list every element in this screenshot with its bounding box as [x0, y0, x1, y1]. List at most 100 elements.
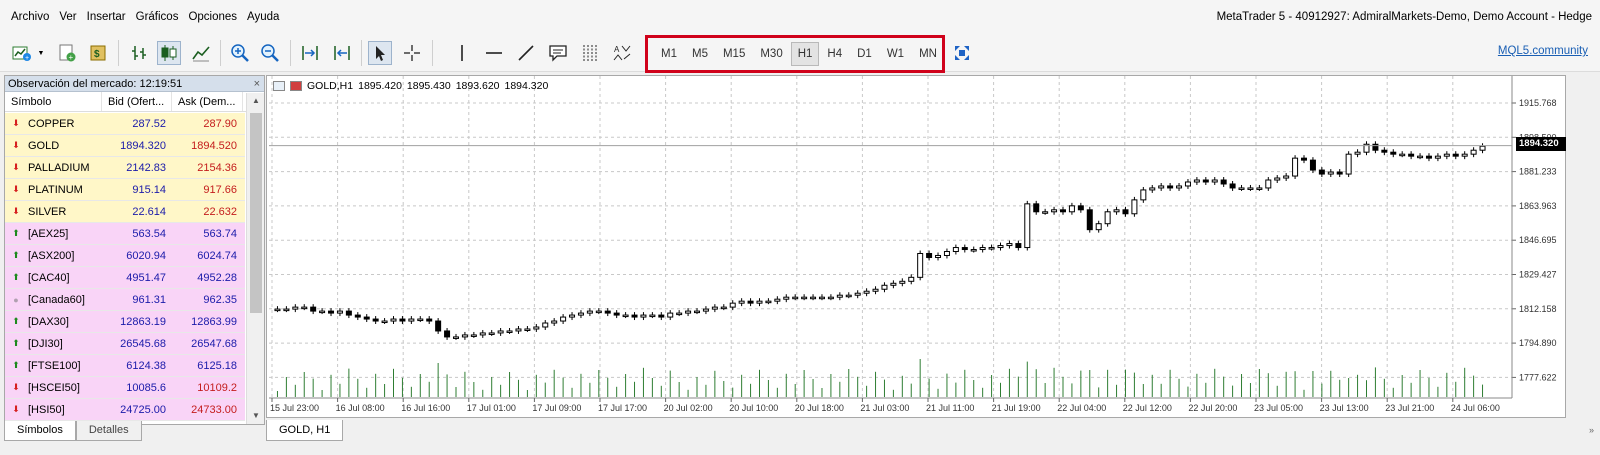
candle-body — [1042, 211, 1049, 214]
price-axis-label: 1863.963 — [1519, 201, 1557, 211]
text-label-icon[interactable] — [546, 41, 570, 65]
mql5-community-link[interactable]: MQL5.community — [1498, 45, 1588, 57]
cursor-icon[interactable] — [368, 41, 392, 65]
market-watch-row[interactable]: ⬇ SILVER 22.614 22.632 — [5, 201, 245, 223]
column-header-ask[interactable]: Ask (Dem... — [172, 92, 243, 111]
scrollbar-thumb[interactable] — [250, 113, 262, 313]
chart-open: 1895.420 — [358, 80, 402, 92]
timeframe-m1-button[interactable]: M1 — [654, 42, 684, 66]
chart-tab-gold-h1[interactable]: GOLD, H1 — [266, 420, 344, 441]
time-axis-label: 23 Jul 21:00 — [1385, 403, 1434, 413]
market-watch-scrollbar[interactable]: ▲ ▼ — [246, 93, 264, 424]
candlestick-chart-icon[interactable] — [157, 41, 181, 65]
algo-trading-icon[interactable]: $ — [87, 41, 111, 65]
symbol-cell: ⬇ SILVER — [5, 206, 102, 218]
scroll-down-icon[interactable]: ▼ — [247, 408, 265, 424]
menu-opciones[interactable]: Opciones — [183, 0, 242, 34]
close-icon[interactable]: × — [254, 76, 260, 92]
new-chart-dropdown-icon[interactable]: ▼ — [34, 41, 48, 65]
current-price-tag: 1894.320 — [1516, 137, 1566, 151]
candle-body — [890, 282, 897, 286]
tabs-scroll-icon[interactable]: » — [1589, 425, 1594, 435]
market-watch-row[interactable]: ⬆ [DJI30] 26545.68 26547.68 — [5, 333, 245, 355]
menu-insertar[interactable]: Insertar — [82, 0, 131, 34]
horizontal-line-icon[interactable] — [482, 41, 506, 65]
bid-cell: 6124.38 — [126, 359, 166, 372]
timeframe-w1-button[interactable]: W1 — [880, 42, 911, 66]
market-watch-row[interactable]: ⬆ [DAX30] 12863.19 12863.99 — [5, 311, 245, 333]
candle-body — [1095, 223, 1102, 231]
ask-cell: 6125.18 — [197, 359, 237, 372]
market-watch-row[interactable]: ⬇ COPPER 287.52 287.90 — [5, 113, 245, 135]
candle-body — [390, 318, 397, 322]
timeframe-m15-button[interactable]: M15 — [716, 42, 752, 66]
timeframe-h1-button[interactable]: H1 — [790, 42, 820, 66]
zoom-out-icon[interactable] — [258, 41, 282, 65]
ask-cell: 2154.36 — [197, 161, 237, 174]
chart-canvas[interactable]: 1915.7681898.5001881.2331863.9631846.695… — [267, 76, 1565, 417]
menu-ayuda[interactable]: Ayuda — [242, 0, 284, 34]
bar-chart-icon[interactable] — [127, 41, 151, 65]
candle-body — [622, 314, 629, 318]
menu-ver[interactable]: Ver — [54, 0, 81, 34]
candle-body — [863, 290, 870, 294]
candle-body — [1149, 187, 1156, 191]
candle-body — [1327, 171, 1334, 175]
arrow-up-icon: ⬆ — [12, 360, 20, 370]
fibonacci-icon[interactable] — [578, 41, 602, 65]
market-watch-row[interactable]: ⬆ [CAC40] 4951.47 4952.28 — [5, 267, 245, 289]
fullscreen-icon[interactable] — [950, 41, 974, 65]
candle-body — [845, 294, 852, 298]
market-watch-row[interactable]: ⬇ [HSI50] 24725.00 24733.00 — [5, 399, 245, 421]
bid-cell: 2142.83 — [126, 161, 166, 174]
timeframe-m5-button[interactable]: M5 — [685, 42, 715, 66]
menu-archivo[interactable]: Archivo — [6, 0, 54, 34]
menu-bar: Archivo Ver Insertar Gráficos Opciones Ayuda … — [0, 0, 1600, 34]
chart-window[interactable]: 1915.7681898.5001881.2331863.9631846.695… — [266, 75, 1566, 418]
column-header-symbol[interactable]: Símbolo — [5, 92, 102, 111]
market-watch-row[interactable]: ⬇ PALLADIUM 2142.83 2154.36 — [5, 157, 245, 179]
timeframe-h4-button[interactable]: H4 — [820, 42, 849, 66]
tab-detalles[interactable]: Detalles — [75, 421, 142, 441]
scroll-up-icon[interactable]: ▲ — [247, 93, 265, 109]
ask-cell: 6024.74 — [197, 249, 237, 262]
zoom-in-icon[interactable] — [228, 41, 252, 65]
candle-body — [426, 318, 433, 322]
timeframe-m30-button[interactable]: M30 — [753, 42, 789, 66]
new-order-icon[interactable]: + — [55, 41, 79, 65]
metatrader-window: { "menu": ["Archivo", "Ver", "Insertar",… — [0, 0, 1600, 455]
market-watch-row[interactable]: ⬇ PLATINUM 915.14 917.66 — [5, 179, 245, 201]
market-watch-row[interactable]: ⬆ [ASX200] 6020.94 6024.74 — [5, 245, 245, 267]
candle-body — [738, 300, 745, 304]
chart-shift-icon[interactable] — [330, 41, 354, 65]
candle-body — [488, 332, 495, 335]
candle-body — [604, 310, 611, 314]
column-header-bid[interactable]: Bid (Ofert... — [102, 92, 172, 111]
trendline-icon[interactable] — [514, 41, 538, 65]
menu-grficos[interactable]: Gráficos — [131, 0, 184, 34]
new-chart-icon[interactable]: + — [10, 41, 34, 65]
bid-cell: 26545.68 — [120, 337, 166, 350]
market-watch-row[interactable]: ⬆ [FTSE100] 6124.38 6125.18 — [5, 355, 245, 377]
candle-body — [649, 314, 656, 318]
candle-body — [1381, 149, 1388, 153]
crosshair-icon[interactable] — [400, 41, 424, 65]
candle-body — [1006, 243, 1013, 247]
tab-smbolos[interactable]: Símbolos — [4, 421, 76, 441]
vertical-line-icon[interactable] — [450, 41, 474, 65]
timeframe-mn-button[interactable]: MN — [912, 42, 944, 66]
shapes-icon[interactable]: A — [610, 41, 634, 65]
market-watch-row[interactable]: ⬆ [AEX25] 563.54 563.74 — [5, 223, 245, 245]
line-chart-icon[interactable] — [189, 41, 213, 65]
market-watch-row[interactable]: ⬇ [HSCEI50] 10085.6 10109.2 — [5, 377, 245, 399]
market-watch-row[interactable]: ● [Canada60] 961.31 962.35 — [5, 289, 245, 311]
candle-body — [1309, 159, 1316, 171]
autoscroll-icon[interactable] — [298, 41, 322, 65]
candle-body — [1140, 189, 1147, 201]
candle-body — [417, 318, 424, 322]
symbol-name: [HSI50] — [28, 403, 65, 416]
timeframe-d1-button[interactable]: D1 — [850, 42, 879, 66]
market-watch-row[interactable]: ⬇ GOLD 1894.320 1894.520 — [5, 135, 245, 157]
candle-body — [792, 296, 799, 300]
arrow-up-icon: ⬆ — [12, 250, 20, 260]
